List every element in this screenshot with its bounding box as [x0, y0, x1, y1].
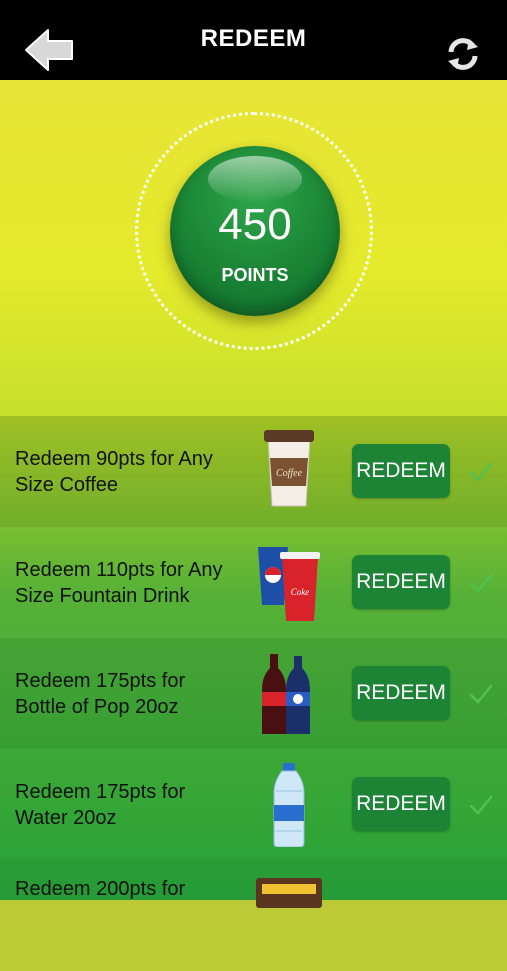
points-hero: 450 POINTS: [0, 80, 507, 416]
check-icon: [468, 792, 494, 818]
back-arrow-icon[interactable]: [22, 26, 76, 74]
list-item: Redeem 200pts for: [0, 860, 507, 971]
page-title: REDEEM: [200, 25, 307, 52]
list-item: Redeem 175pts for Water 20oz REDEEM: [0, 749, 507, 860]
reward-description: Redeem 175pts for Bottle of Pop 20oz: [15, 669, 186, 718]
fountain-drinks-icon: Coke: [254, 539, 324, 625]
redeem-button[interactable]: REDEEM: [352, 555, 450, 609]
list-item: Redeem 175pts for Bottle of Pop 20oz RED…: [0, 638, 507, 749]
redeem-button[interactable]: REDEEM: [352, 666, 450, 720]
top-bar: REDEEM: [0, 0, 507, 80]
check-icon: [468, 681, 494, 707]
water-bottle-icon: [254, 761, 324, 848]
check-icon: [468, 570, 494, 596]
points-badge: 450 POINTS: [170, 146, 340, 316]
list-item: Redeem 90pts for Any Size Coffee Coffee …: [0, 416, 507, 527]
candy-icon: [254, 876, 324, 962]
coffee-cup-icon: Coffee: [254, 428, 324, 514]
rewards-list: Redeem 90pts for Any Size Coffee Coffee …: [0, 416, 507, 971]
points-label: POINTS: [221, 265, 289, 285]
pop-bottles-icon: [254, 650, 324, 736]
redeem-button[interactable]: REDEEM: [352, 444, 450, 498]
check-icon: [468, 459, 494, 485]
refresh-icon[interactable]: [443, 34, 483, 74]
reward-description: Redeem 200pts for: [15, 878, 186, 900]
svg-text:Coffee: Coffee: [276, 468, 303, 479]
redeem-button[interactable]: REDEEM: [352, 777, 450, 831]
list-item: Redeem 110pts for Any Size Fountain Drin…: [0, 527, 507, 638]
reward-description: Redeem 90pts for Any Size Coffee: [15, 447, 213, 496]
points-value: 450: [218, 200, 292, 249]
reward-description: Redeem 175pts for Water 20oz: [15, 780, 186, 829]
reward-description: Redeem 110pts for Any Size Fountain Drin…: [15, 558, 223, 607]
svg-text:Coke: Coke: [291, 587, 310, 597]
